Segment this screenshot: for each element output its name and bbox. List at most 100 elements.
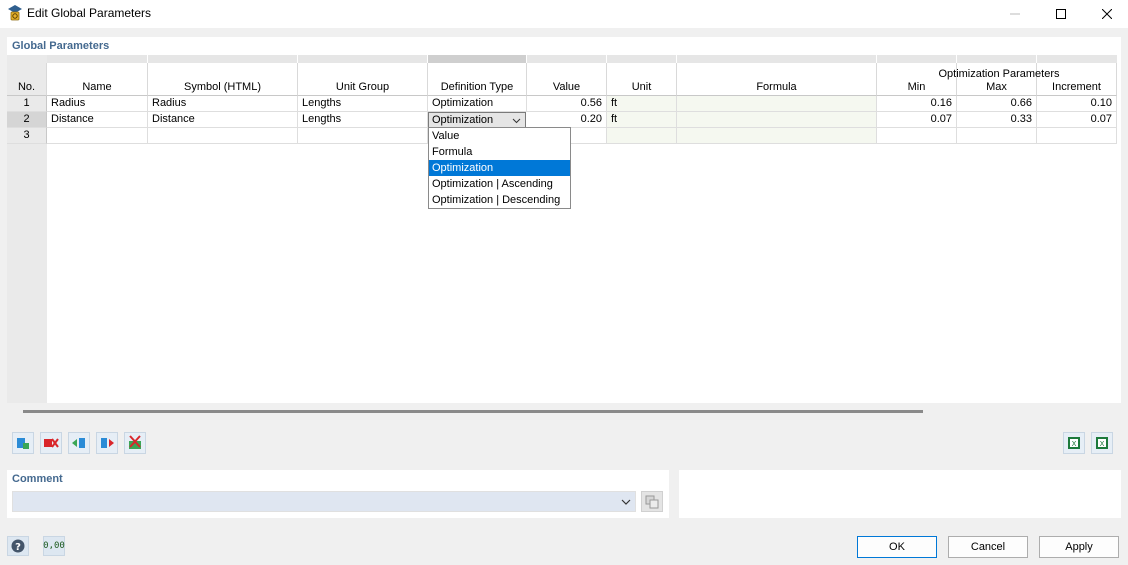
- cell-min[interactable]: [877, 128, 957, 144]
- cell-value[interactable]: 0.20: [527, 112, 607, 128]
- units-button[interactable]: 0,00: [43, 536, 65, 556]
- svg-text:?: ?: [15, 542, 21, 553]
- filter-definition-type[interactable]: [428, 55, 526, 63]
- cell-max[interactable]: 0.66: [957, 96, 1037, 112]
- option-value[interactable]: Value: [429, 128, 570, 144]
- delete-all-icon: [129, 435, 141, 449]
- filter-min[interactable]: [877, 55, 956, 63]
- filter-value[interactable]: [527, 55, 606, 63]
- help-button[interactable]: ?: [7, 536, 29, 556]
- horizontal-scrollbar[interactable]: [7, 403, 1121, 419]
- comment-library-button[interactable]: [641, 491, 663, 512]
- delete-all-button[interactable]: [124, 432, 146, 454]
- insert-row-icon: [17, 438, 29, 449]
- excel-export-button[interactable]: X: [1063, 432, 1085, 454]
- header-symbol[interactable]: Symbol (HTML): [148, 63, 298, 96]
- cell-min[interactable]: 0.16: [877, 96, 957, 112]
- excel-import-icon: X: [1096, 437, 1108, 449]
- cell-formula[interactable]: [677, 96, 877, 112]
- filter-formula[interactable]: [677, 55, 876, 63]
- ok-button[interactable]: OK: [857, 536, 937, 558]
- cell-formula[interactable]: [677, 128, 877, 144]
- filter-increment[interactable]: [1037, 55, 1117, 63]
- copy-icon: [645, 495, 659, 508]
- definition-type-options: Value Formula Optimization Optimization …: [428, 127, 571, 209]
- minimize-button[interactable]: [992, 0, 1038, 28]
- delete-row-button[interactable]: [40, 432, 62, 454]
- export-icon: [101, 438, 114, 448]
- help-icon: ?: [11, 539, 25, 553]
- import-icon: [72, 438, 85, 448]
- maximize-button[interactable]: [1038, 0, 1084, 28]
- cell-value[interactable]: 0.56: [527, 96, 607, 112]
- cell-symbol[interactable]: Radius: [148, 96, 298, 112]
- filter-unit[interactable]: [607, 55, 676, 63]
- row-number[interactable]: 3: [7, 128, 47, 144]
- panel-title: Global Parameters: [12, 40, 110, 52]
- global-parameters-panel: Global Parameters No. Name Symbol (HTML)…: [7, 37, 1121, 459]
- close-icon: [1102, 9, 1112, 19]
- header-name[interactable]: Name: [47, 63, 148, 96]
- cell-min[interactable]: 0.07: [877, 112, 957, 128]
- header-definition-type[interactable]: Definition Type: [428, 63, 527, 96]
- svg-text:X: X: [1072, 440, 1077, 448]
- cell-unit: [607, 128, 677, 144]
- header-unit-group[interactable]: Unit Group: [298, 63, 428, 96]
- cell-name[interactable]: [47, 128, 148, 144]
- option-optimization-ascending[interactable]: Optimization | Ascending: [429, 176, 570, 192]
- comment-input[interactable]: [12, 491, 636, 512]
- excel-export-icon: X: [1068, 437, 1080, 449]
- header-no[interactable]: No.: [7, 63, 47, 96]
- cell-name[interactable]: Radius: [47, 96, 148, 112]
- cell-unit-group[interactable]: [298, 128, 428, 144]
- filter-max[interactable]: [957, 55, 1036, 63]
- svg-text:X: X: [1100, 440, 1105, 448]
- insert-row-button[interactable]: [12, 432, 34, 454]
- header-value[interactable]: Value: [527, 63, 607, 96]
- header-unit[interactable]: Unit: [607, 63, 677, 96]
- row-number[interactable]: 2: [7, 112, 47, 128]
- cell-increment[interactable]: 0.07: [1037, 112, 1117, 128]
- cell-max[interactable]: [957, 128, 1037, 144]
- cancel-button[interactable]: Cancel: [948, 536, 1028, 558]
- cell-definition-type[interactable]: Optimization: [428, 96, 527, 112]
- apply-button[interactable]: Apply: [1039, 536, 1119, 558]
- cell-max[interactable]: 0.33: [957, 112, 1037, 128]
- option-optimization[interactable]: Optimization: [429, 160, 570, 176]
- scrollbar-thumb[interactable]: [23, 410, 923, 413]
- definition-type-selected: Optimization: [432, 114, 494, 126]
- window-title: Edit Global Parameters: [27, 6, 152, 20]
- cell-unit: ft: [607, 112, 677, 128]
- export-button[interactable]: [96, 432, 118, 454]
- cell-name[interactable]: Distance: [47, 112, 148, 128]
- chevron-down-icon: [512, 118, 521, 124]
- close-button[interactable]: [1084, 0, 1128, 28]
- header-formula[interactable]: Formula: [677, 63, 877, 96]
- cell-unit-group[interactable]: Lengths: [298, 112, 428, 128]
- definition-type-select[interactable]: Optimization: [428, 112, 526, 128]
- comment-title: Comment: [12, 473, 63, 485]
- global-parameters-icon: [8, 5, 22, 21]
- delete-row-icon: [44, 438, 59, 448]
- filter-symbol[interactable]: [148, 55, 297, 63]
- excel-import-button[interactable]: X: [1091, 432, 1113, 454]
- cell-formula[interactable]: [677, 112, 877, 128]
- filter-name[interactable]: [47, 55, 147, 63]
- minimize-icon: [1010, 13, 1020, 15]
- option-formula[interactable]: Formula: [429, 144, 570, 160]
- filter-unit-group[interactable]: [298, 55, 427, 63]
- cell-symbol[interactable]: [148, 128, 298, 144]
- maximize-icon: [1056, 9, 1066, 19]
- header-optimization-group: Optimization Parameters: [938, 68, 1060, 80]
- info-panel: [679, 470, 1121, 518]
- cell-increment[interactable]: [1037, 128, 1117, 144]
- cell-symbol[interactable]: Distance: [148, 112, 298, 128]
- comment-panel: Comment: [7, 470, 669, 518]
- row-number[interactable]: 1: [7, 96, 47, 112]
- import-button[interactable]: [68, 432, 90, 454]
- cell-unit-group[interactable]: Lengths: [298, 96, 428, 112]
- cell-increment[interactable]: 0.10: [1037, 96, 1117, 112]
- option-optimization-descending[interactable]: Optimization | Descending: [429, 192, 570, 208]
- parameters-grid: No. Name Symbol (HTML) Unit Group Defini…: [7, 55, 1121, 421]
- chevron-down-icon[interactable]: [621, 497, 631, 507]
